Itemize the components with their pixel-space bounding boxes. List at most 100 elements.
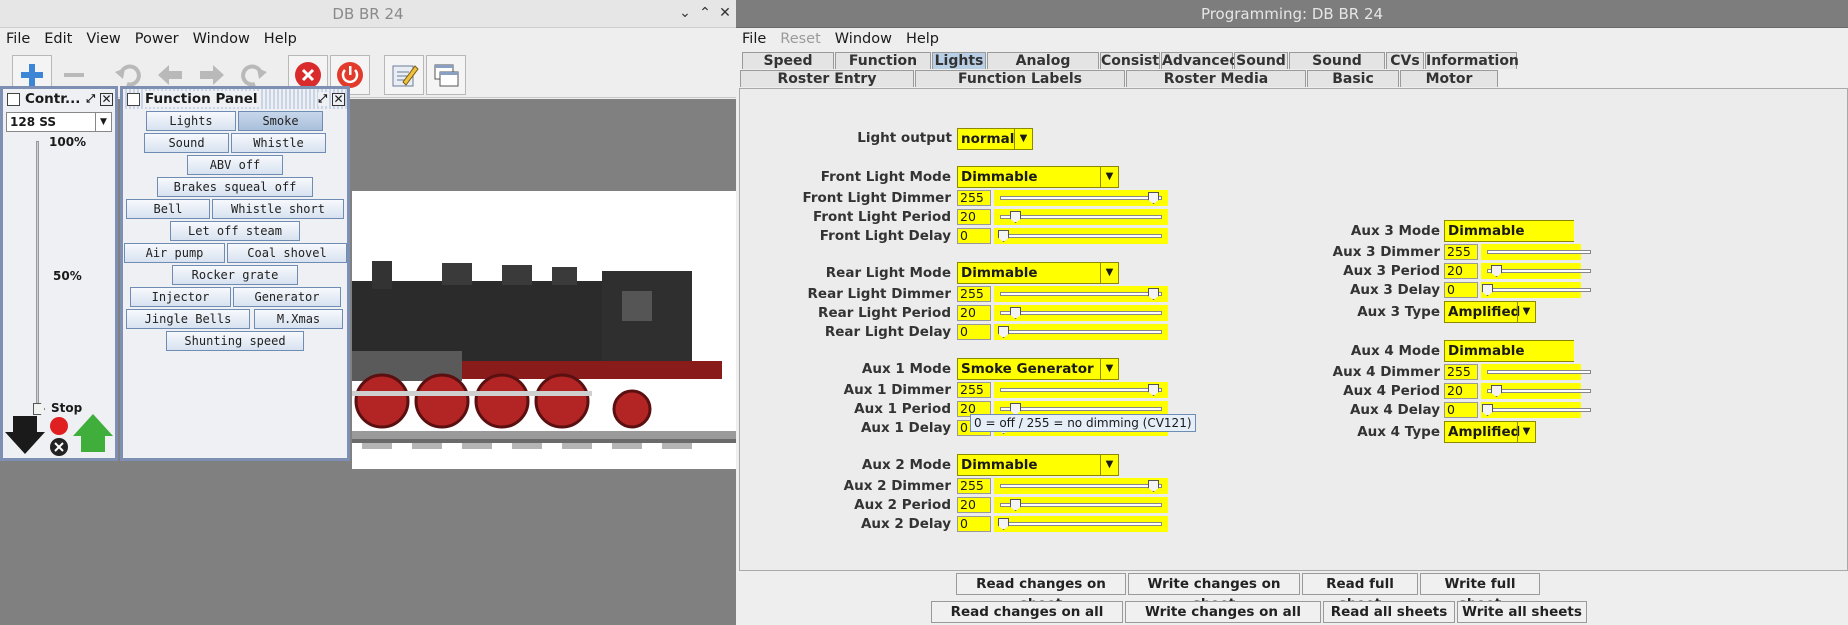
aux-type-select[interactable]: Amplified ▼ (1444, 421, 1536, 443)
write-full-sheet-button[interactable]: Write full sheet (1420, 573, 1540, 612)
restore-icon[interactable]: ⤢ (86, 92, 95, 106)
period-slider[interactable] (994, 497, 1168, 513)
fn-shunting-speed-button[interactable]: Shunting speed (166, 331, 304, 351)
tab-basic[interactable]: Basic (1307, 70, 1399, 87)
dimmer-slider-knob[interactable] (1148, 288, 1159, 300)
fn-generator-button[interactable]: Generator (233, 287, 341, 307)
tab-information[interactable]: Information (1425, 52, 1519, 69)
aux-period-slider[interactable] (1481, 263, 1591, 279)
maximize-icon[interactable]: ⌃ (696, 4, 714, 22)
mode-select[interactable]: Smoke Generator ▼ (957, 358, 1119, 380)
menu-file[interactable]: File (6, 31, 30, 49)
dimmer-slider-knob[interactable] (1148, 480, 1159, 492)
minimize-icon[interactable]: ⌄ (676, 4, 694, 22)
tab-lights[interactable]: Lights (932, 52, 986, 69)
aux-slider-knob[interactable] (1482, 284, 1493, 296)
menu-window[interactable]: Window (193, 31, 250, 49)
tab-sound-levels[interactable]: Sound Levels (1289, 52, 1385, 85)
dimmer-field[interactable]: 255 (957, 190, 991, 206)
delay-slider[interactable] (994, 516, 1168, 532)
fn-let-off-steam-button[interactable]: Let off steam (170, 221, 300, 241)
aux-period-field[interactable]: 20 (1444, 263, 1478, 279)
aux-type-select[interactable]: Amplified ▼ (1444, 301, 1536, 323)
aux-dimmer-slider[interactable] (1481, 244, 1591, 260)
close-icon[interactable]: ✕ (100, 92, 113, 106)
menu-file[interactable]: File (742, 31, 766, 49)
close-icon[interactable]: ✕ (716, 4, 734, 22)
aux-mode-select[interactable]: Dimmable (1444, 340, 1574, 362)
read-changes-on-sheet-button[interactable]: Read changes on sheet (956, 573, 1126, 612)
fn-m-xmas-button[interactable]: M.Xmas (254, 309, 343, 329)
read-changes-on-all-sheets-button[interactable]: Read changes on all sheets (931, 601, 1123, 625)
forward-arrow-icon[interactable] (73, 414, 113, 458)
aux-slider-knob[interactable] (1491, 385, 1502, 397)
fn-brakes-squeal-off-button[interactable]: Brakes squeal off (157, 177, 313, 197)
dimmer-slider[interactable] (994, 382, 1168, 398)
dimmer-slider[interactable] (994, 286, 1168, 302)
dimmer-slider[interactable] (994, 478, 1168, 494)
close-icon[interactable]: ✕ (332, 92, 345, 106)
tab-analog-controls[interactable]: Analog Controls (987, 52, 1099, 85)
fn-injector-button[interactable]: Injector (130, 287, 231, 307)
menu-view[interactable]: View (86, 31, 120, 49)
menu-power[interactable]: Power (135, 31, 179, 49)
speed-slider-track[interactable] (36, 141, 39, 409)
dimmer-slider-knob[interactable] (1148, 384, 1159, 396)
edit-icon[interactable] (384, 54, 424, 95)
delay-slider[interactable] (994, 324, 1168, 340)
menu-edit[interactable]: Edit (44, 31, 72, 49)
tab-sound[interactable]: Sound (1234, 52, 1288, 69)
speed-steps-select[interactable]: 128 SS ▼ (6, 112, 112, 132)
tab-roster-media[interactable]: Roster Media (1126, 70, 1306, 87)
tab-speed-table[interactable]: Speed Table (742, 52, 834, 85)
delay-field[interactable]: 0 (957, 324, 991, 340)
menu-help[interactable]: Help (906, 31, 939, 49)
dimmer-slider-knob[interactable] (1148, 192, 1159, 204)
tab-consist[interactable]: Consist (1100, 52, 1160, 69)
fn-whistle-short-button[interactable]: Whistle short (212, 199, 344, 219)
mode-select[interactable]: Dimmable ▼ (957, 262, 1119, 284)
menu-reset[interactable]: Reset (780, 31, 821, 49)
delay-field[interactable]: 0 (957, 228, 991, 244)
fn-coal-shovel-button[interactable]: Coal shovel (227, 243, 347, 263)
delay-slider-knob[interactable] (998, 230, 1009, 242)
period-slider-knob[interactable] (1010, 307, 1021, 319)
tab-function-labels[interactable]: Function Labels (915, 70, 1125, 87)
period-slider[interactable] (994, 209, 1168, 225)
fn-rocker-grate-button[interactable]: Rocker grate (172, 265, 298, 285)
tab-advanced[interactable]: Advanced (1161, 52, 1239, 69)
aux-slider-knob[interactable] (1491, 265, 1502, 277)
fn-smoke-button[interactable]: Smoke (238, 111, 323, 131)
aux-delay-slider[interactable] (1481, 282, 1591, 298)
dimmer-slider[interactable] (994, 190, 1168, 206)
fn-lights-button[interactable]: Lights (146, 111, 236, 131)
fn-air-pump-button[interactable]: Air pump (124, 243, 225, 263)
fn-jingle-bells-button[interactable]: Jingle Bells (126, 309, 250, 329)
write-changes-on-sheet-button[interactable]: Write changes on sheet (1128, 573, 1300, 612)
windows-icon[interactable] (426, 54, 466, 95)
delay-slider-knob[interactable] (998, 518, 1009, 530)
menu-window[interactable]: Window (835, 31, 892, 49)
mode-select[interactable]: Dimmable ▼ (957, 166, 1119, 188)
fn-abv-off-button[interactable]: ABV off (187, 155, 283, 175)
period-slider-knob[interactable] (1010, 211, 1021, 223)
delay-slider[interactable] (994, 228, 1168, 244)
aux-period-slider[interactable] (1481, 383, 1591, 399)
window-menu-icon[interactable] (7, 92, 20, 106)
fn-sound-button[interactable]: Sound (144, 133, 229, 153)
reverse-arrow-icon[interactable] (5, 414, 45, 458)
tab-motor[interactable]: Motor (1400, 70, 1498, 87)
tab-roster-entry[interactable]: Roster Entry (740, 70, 914, 87)
delay-slider-knob[interactable] (998, 326, 1009, 338)
dimmer-field[interactable]: 255 (957, 286, 991, 302)
period-slider[interactable] (994, 305, 1168, 321)
light-output-select[interactable]: normal ▼ (957, 128, 1033, 150)
period-field[interactable]: 20 (957, 497, 991, 513)
aux-mode-select[interactable]: Dimmable (1444, 220, 1574, 242)
fn-bell-button[interactable]: Bell (126, 199, 210, 219)
delay-field[interactable]: 0 (957, 516, 991, 532)
dimmer-field[interactable]: 255 (957, 478, 991, 494)
dimmer-field[interactable]: 255 (957, 382, 991, 398)
aux-delay-field[interactable]: 0 (1444, 402, 1478, 418)
aux-dimmer-field[interactable]: 255 (1444, 244, 1478, 260)
